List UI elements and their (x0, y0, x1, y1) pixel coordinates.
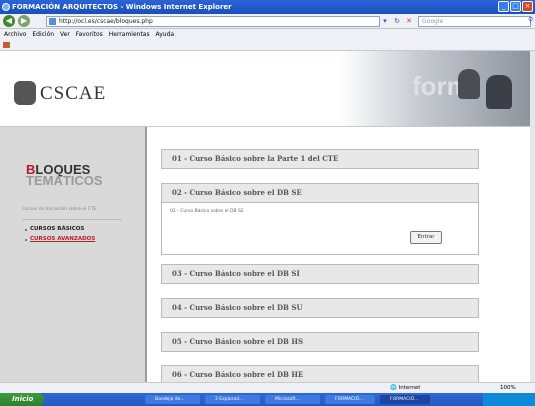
window-title: FORMACIÓN ARQUITECTOS - Windows Internet… (12, 3, 232, 11)
system-tray (483, 393, 535, 406)
header-banner: form (340, 51, 530, 126)
search-input[interactable]: Google (418, 16, 531, 27)
course-item-05[interactable]: 05 - Curso Básico sobre el DB HS (161, 332, 479, 352)
bullet-icon (25, 239, 27, 241)
maximize-button[interactable]: □ (510, 1, 521, 12)
person-photo-icon (458, 69, 480, 99)
address-bar[interactable]: http://ocl.es/cscae/bloques.php (46, 16, 380, 27)
start-button[interactable]: Inicio (0, 393, 44, 406)
menu-favoritos[interactable]: Favoritos (76, 31, 103, 38)
menu-edicion[interactable]: Edición (32, 31, 54, 38)
cscae-seal-icon (14, 81, 36, 105)
bullet-icon (25, 229, 27, 231)
page-icon (49, 18, 56, 25)
back-button[interactable]: ◀ (3, 15, 15, 27)
sidebar-heading-2: TEMÁTICOS (26, 173, 103, 188)
site-logo-text[interactable]: CSCAE (40, 83, 106, 105)
sidebar-link-cursos-basicos[interactable]: CURSOS BÁSICOS (30, 226, 84, 232)
taskbar-item[interactable]: FORMACIÓ... (380, 395, 430, 404)
course-item-03[interactable]: 03 - Curso Básico sobre el DB SI (161, 264, 479, 284)
minimize-button[interactable]: _ (498, 1, 509, 12)
taskbar-item[interactable]: FORMACIÓ... (325, 395, 375, 404)
window-controls: _ □ × (498, 0, 535, 14)
sidebar-link-cursos-avanzados[interactable]: CURSOS AVANZADOS (30, 236, 95, 242)
ie-icon (2, 3, 10, 11)
menu-archivo[interactable]: Archivo (4, 31, 26, 38)
course-item-06[interactable]: 06 - Curso Básico sobre el DB HE (161, 365, 479, 382)
stop-icon[interactable]: ✕ (404, 16, 414, 26)
address-buttons: ▾ ↻ ✕ (380, 16, 414, 26)
person-photo-icon (486, 75, 512, 109)
course-item-01[interactable]: 01 - Curso Básico sobre la Parte 1 del C… (161, 149, 479, 169)
taskbar: Inicio Bandeja de... 3 Explorad... Micro… (0, 393, 535, 406)
address-text: http://ocl.es/cscae/bloques.php (59, 18, 153, 25)
entrar-button[interactable]: Entrar (410, 231, 442, 244)
status-zone: 🌐 Internet (390, 385, 421, 391)
zoom-level[interactable]: 100% (500, 383, 516, 393)
sidebar-subtitle: Cursos de Iniciación sobre el CTE (22, 207, 97, 212)
favorites-icon[interactable] (3, 42, 10, 48)
menu-ayuda[interactable]: Ayuda (156, 31, 175, 38)
page-content: CSCAE form BLOQUES TEMÁTICOS Cursos de I… (0, 51, 530, 382)
dropdown-icon[interactable]: ▾ (380, 16, 390, 26)
close-button[interactable]: × (522, 1, 533, 12)
window-titlebar: FORMACIÓN ARQUITECTOS - Windows Internet… (0, 0, 535, 14)
course-description: 02 - Curso Básico sobre el DB SE (170, 209, 244, 214)
course-list: 01 - Curso Básico sobre la Parte 1 del C… (145, 127, 530, 382)
status-bar: 🌐 Internet 100% (0, 382, 535, 393)
course-item-02[interactable]: 02 - Curso Básico sobre el DB SE (161, 183, 479, 203)
refresh-icon[interactable]: ↻ (392, 16, 402, 26)
menu-ver[interactable]: Ver (60, 31, 70, 38)
favorites-bar (0, 40, 535, 51)
course-item-04[interactable]: 04 - Curso Básico sobre el DB SU (161, 298, 479, 318)
search-icon[interactable]: ⚲ (528, 16, 533, 24)
sidebar: BLOQUES TEMÁTICOS Cursos de Iniciación s… (0, 127, 145, 382)
course-details-02: 02 - Curso Básico sobre el DB SE Entrar (161, 203, 479, 255)
navigation-bar: ◀ ▶ http://ocl.es/cscae/bloques.php ▾ ↻ … (0, 14, 535, 29)
menu-bar: Archivo Edición Ver Favoritos Herramient… (0, 29, 535, 40)
vertical-scrollbar[interactable] (530, 51, 535, 382)
site-header: CSCAE form (0, 51, 530, 127)
taskbar-item[interactable]: Bandeja de... (145, 395, 200, 404)
taskbar-item[interactable]: 3 Explorad... (205, 395, 260, 404)
menu-herramientas[interactable]: Herramientas (109, 31, 150, 38)
forward-button[interactable]: ▶ (18, 15, 30, 27)
sidebar-divider (22, 219, 122, 220)
taskbar-item[interactable]: Microsoft... (265, 395, 320, 404)
